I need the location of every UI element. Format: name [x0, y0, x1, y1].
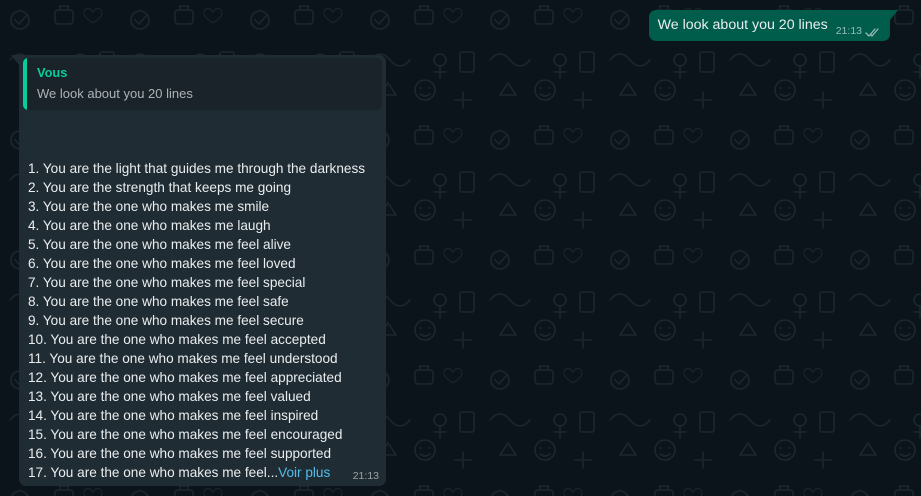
outgoing-message-time: 21:13: [835, 24, 862, 37]
outgoing-message-bubble[interactable]: We look about you 20 lines 21:13: [648, 10, 890, 41]
message-line: 14. You are the one who makes me feel in…: [28, 408, 319, 423]
quote-author: Vous: [37, 65, 68, 80]
message-line: 6. You are the one who makes me feel lov…: [28, 256, 296, 271]
message-line: 7. You are the one who makes me feel spe…: [28, 275, 306, 290]
message-line: 11. You are the one who makes me feel un…: [28, 351, 338, 366]
incoming-message-bubble[interactable]: Vous We look about you 20 lines 1. You a…: [19, 55, 386, 486]
message-line: 16. You are the one who makes me feel su…: [28, 446, 332, 461]
incoming-message-time: 21:13: [352, 470, 379, 482]
message-line: 12. You are the one who makes me feel ap…: [28, 370, 342, 385]
double-check-icon: [865, 25, 881, 37]
message-line: 15. You are the one who makes me feel en…: [28, 427, 343, 442]
message-line: 13. You are the one who makes me feel va…: [28, 389, 311, 404]
quote-text: We look about you 20 lines: [37, 86, 193, 101]
message-last-line: 17. You are the one who makes me feel...…: [28, 463, 378, 482]
message-line: 1. You are the light that guides me thro…: [28, 161, 366, 176]
see-more-link[interactable]: Voir plus: [278, 465, 330, 480]
message-line: 5. You are the one who makes me feel ali…: [28, 237, 291, 252]
message-line: 10. You are the one who makes me feel ac…: [28, 332, 326, 347]
outgoing-message-text: We look about you 20 lines: [657, 17, 828, 33]
incoming-bubble-tail: [11, 55, 19, 65]
truncated-line-text: 17. You are the one who makes me feel...: [28, 465, 279, 480]
quoted-message[interactable]: Vous We look about you 20 lines: [23, 58, 382, 110]
message-line: 8. You are the one who makes me feel saf…: [28, 294, 289, 309]
outgoing-bubble-tail: [890, 10, 898, 20]
message-line: 4. You are the one who makes me laugh: [28, 218, 271, 233]
outgoing-message-meta: 21:13: [836, 25, 881, 37]
message-line: 2. You are the strength that keeps me go…: [28, 180, 291, 195]
message-body: 1. You are the light that guides me thro…: [23, 159, 382, 482]
quote-accent-bar: [23, 58, 27, 110]
message-line: 3. You are the one who makes me smile: [28, 199, 270, 214]
message-line: 9. You are the one who makes me feel sec…: [28, 313, 304, 328]
